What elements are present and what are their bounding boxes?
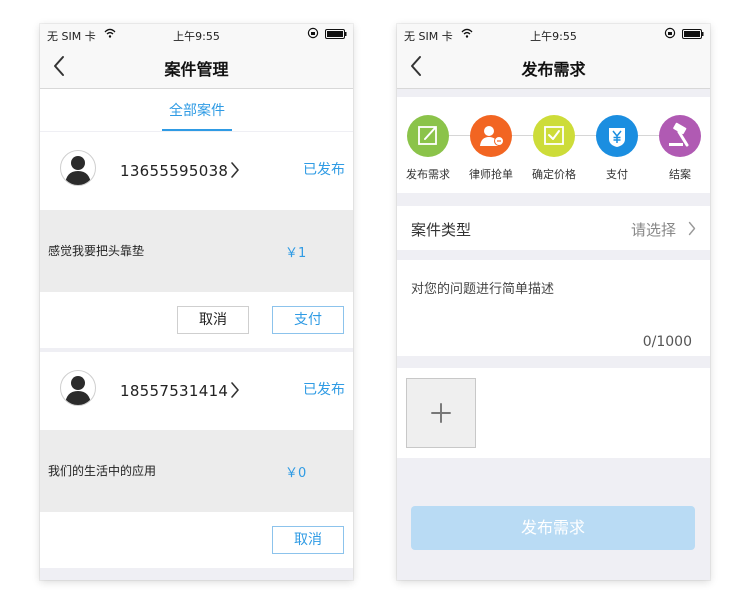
case-user-row[interactable]: 13655595038 已发布: [40, 132, 353, 210]
avatar: [60, 150, 96, 186]
step-circle: [533, 115, 575, 157]
case-user-row[interactable]: 18557531414 已发布: [40, 352, 353, 430]
lawyer-icon: [480, 126, 504, 146]
step-circle: [596, 115, 638, 157]
nav-bar: 发布需求: [397, 44, 710, 89]
case-type-row[interactable]: 案件类型 请选择: [397, 206, 710, 250]
step-label: 确定价格: [532, 168, 576, 181]
step-circle: [659, 115, 701, 157]
cancel-button[interactable]: 取消: [272, 526, 344, 554]
rotation-lock-icon: [307, 27, 319, 39]
description-placeholder: 对您的问题进行简单描述: [411, 282, 555, 297]
status-bar: 无 SIM 卡 上午9:55: [40, 24, 353, 44]
add-photo-button[interactable]: [406, 378, 476, 448]
status-badge: 已发布: [303, 162, 345, 178]
photo-upload-area: [397, 368, 710, 458]
case-actions: 取消 支付: [40, 292, 353, 348]
case-description: 感觉我要把头靠垫: [48, 244, 145, 258]
user-silhouette-icon: [65, 376, 91, 405]
case-card: 13655595038 已发布 感觉我要把头靠垫 ￥1 取消 支付: [40, 132, 353, 348]
case-phone-number: 18557531414: [120, 382, 229, 400]
cancel-button[interactable]: 取消: [177, 306, 249, 334]
edit-icon: [418, 126, 437, 145]
avatar: [60, 370, 96, 406]
rotation-lock-icon: [664, 27, 676, 39]
checkbox-icon: [544, 126, 564, 145]
case-management-screen: 无 SIM 卡 上午9:55 案件管理 全部案件 13655595038 已发布…: [40, 24, 353, 580]
step-label: 结案: [669, 168, 691, 181]
char-counter: 0/1000: [642, 334, 692, 350]
case-description: 我们的生活中的应用: [48, 464, 157, 478]
user-silhouette-icon: [65, 156, 91, 185]
progress-steps: 发布需求 律师抢单 确定价格 支付 结案: [397, 97, 710, 193]
nav-bar: 案件管理: [40, 44, 353, 89]
step-publish: 发布需求: [402, 115, 454, 182]
step-circle: [407, 115, 449, 157]
case-card: 18557531414 已发布 我们的生活中的应用 ￥0 取消: [40, 352, 353, 568]
case-description-row[interactable]: 感觉我要把头靠垫 ￥1: [40, 210, 353, 292]
case-type-label: 案件类型: [411, 221, 472, 239]
battery-icon: [682, 29, 704, 39]
case-description-row[interactable]: 我们的生活中的应用 ￥0: [40, 430, 353, 512]
step-label: 发布需求: [406, 168, 450, 181]
tab-active-indicator: [162, 129, 232, 131]
chevron-right-icon: [688, 221, 696, 236]
case-price: ￥1: [285, 246, 307, 261]
status-badge: 已发布: [303, 382, 345, 398]
case-actions: 取消: [40, 512, 353, 568]
chevron-right-icon: [231, 162, 239, 178]
description-textarea[interactable]: 对您的问题进行简单描述 0/1000: [397, 260, 710, 356]
chevron-right-icon: [231, 382, 239, 398]
case-phone-number: 13655595038: [120, 162, 229, 180]
publish-button[interactable]: 发布需求: [411, 506, 695, 550]
step-circle: [470, 115, 512, 157]
case-price: ￥0: [285, 466, 307, 481]
page-title: 案件管理: [164, 60, 229, 79]
tab-all-cases[interactable]: 全部案件: [162, 100, 232, 120]
step-label: 律师抢单: [469, 168, 513, 181]
step-payment: 支付: [591, 115, 643, 182]
status-bar: 无 SIM 卡 上午9:55: [397, 24, 710, 44]
yen-icon: [609, 128, 625, 147]
plus-icon: [431, 403, 451, 423]
case-type-select[interactable]: 请选择: [631, 219, 676, 240]
pay-button[interactable]: 支付: [272, 306, 344, 334]
step-lawyer-grab: 律师抢单: [465, 115, 517, 182]
step-confirm-price: 确定价格: [528, 115, 580, 182]
page-title: 发布需求: [521, 60, 586, 79]
tab-bar: 全部案件: [40, 89, 353, 131]
step-label: 支付: [606, 168, 628, 181]
publish-request-screen: 无 SIM 卡 上午9:55 发布需求 发布需求 律师抢单 确定价格 支付 结案…: [397, 24, 710, 580]
step-close-case: 结案: [654, 115, 706, 182]
gavel-icon: [669, 122, 689, 147]
battery-icon: [325, 29, 347, 39]
